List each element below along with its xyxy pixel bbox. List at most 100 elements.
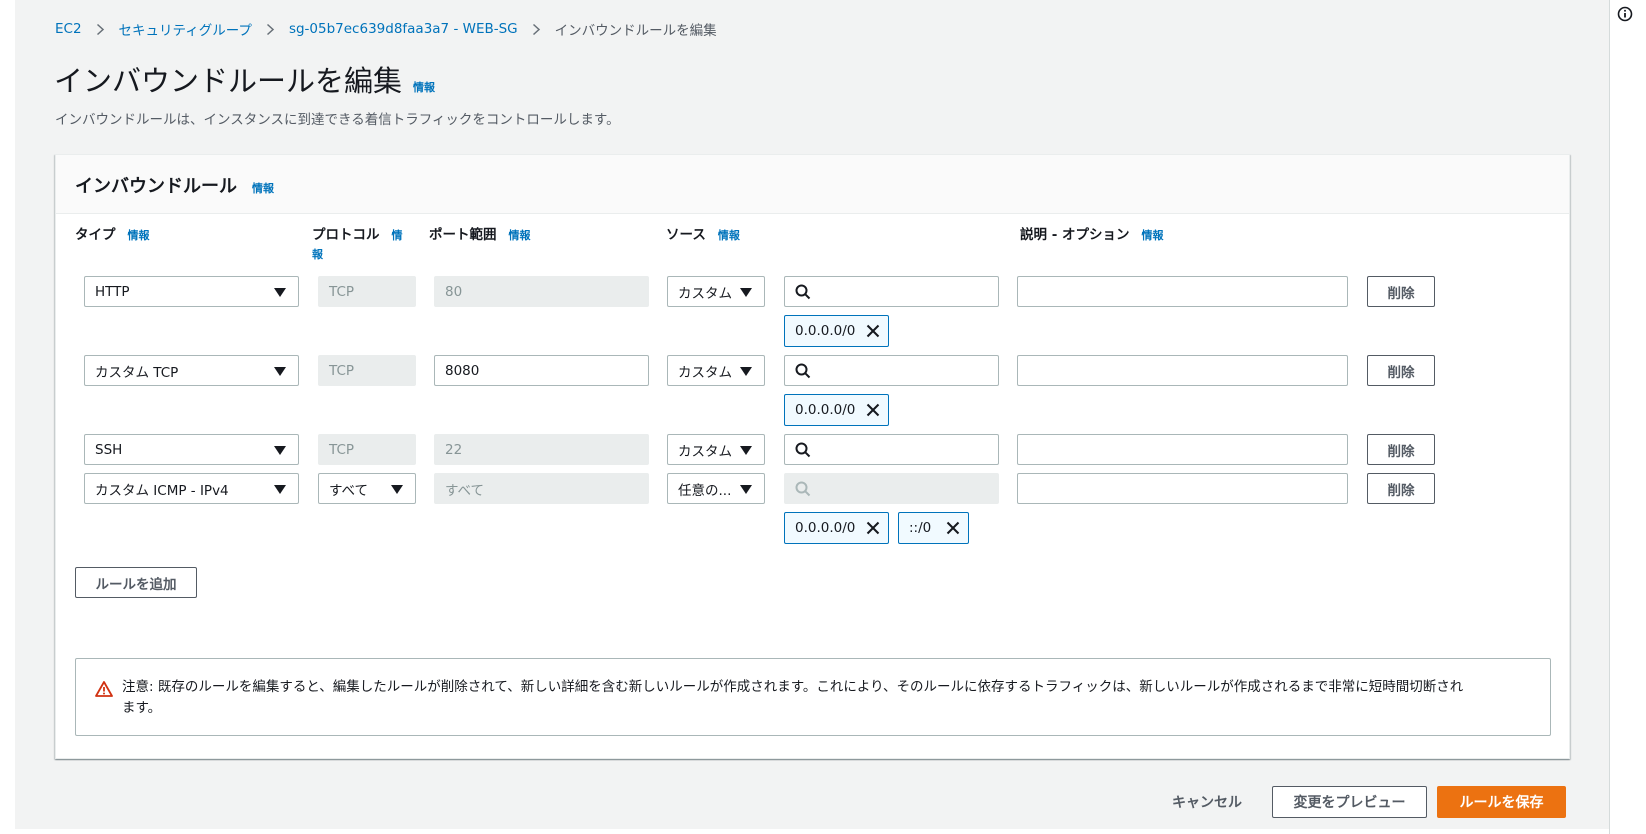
rule-4-source-search-input — [784, 473, 999, 504]
rule-4-protocol-select[interactable]: すべて — [318, 473, 416, 504]
protocol-info-link[interactable]: 情 — [392, 229, 403, 242]
rule-1-port-value: 80 — [445, 283, 463, 300]
warning-text-line-1: 注意: 既存のルールを編集すると、編集したルールが削除されて、新しい詳細を含む新… — [122, 679, 1464, 695]
rule-2-type-select[interactable]: カスタム TCP — [84, 355, 299, 386]
rule-2-port-value: 8080 — [445, 362, 480, 379]
caret-down-icon — [391, 485, 403, 494]
left-margin — [0, 0, 15, 834]
rule-2-protocol: TCP — [318, 355, 416, 386]
page-info-link[interactable]: 情報 — [413, 79, 435, 95]
panel-info-link[interactable]: 情報 — [252, 180, 274, 196]
preview-changes-button[interactable]: 変更をプレビュー — [1272, 786, 1427, 818]
caret-down-icon — [740, 446, 752, 455]
close-icon[interactable] — [866, 324, 880, 338]
rule-1-delete-button[interactable]: 削除 — [1367, 276, 1435, 307]
chevron-right-icon — [96, 23, 105, 36]
column-header-protocol: プロトコル情報 — [312, 226, 412, 264]
rule-2-source-type-value: カスタム — [678, 364, 732, 381]
column-label-source: ソース — [666, 227, 706, 243]
description-info-link[interactable]: 情報 — [1142, 229, 1164, 242]
close-icon[interactable] — [946, 521, 960, 535]
column-label-description: 説明 - オプション — [1020, 227, 1130, 243]
rule-1-protocol-value: TCP — [329, 283, 355, 300]
caret-down-icon — [740, 485, 752, 494]
caret-down-icon — [274, 485, 286, 494]
rule-3-source-type-value: カスタム — [678, 443, 732, 460]
search-icon — [795, 481, 811, 497]
add-rule-button[interactable]: ルールを追加 — [75, 567, 197, 598]
rule-4-description-input[interactable] — [1017, 473, 1348, 504]
rule-3-type-value: SSH — [95, 441, 123, 458]
rule-1-token-label: 0.0.0.0/0 — [795, 323, 856, 339]
rule-2-source-token: 0.0.0.0/0 — [784, 394, 889, 426]
cancel-button[interactable]: キャンセル — [1160, 786, 1254, 818]
rule-1-type-value: HTTP — [95, 283, 130, 300]
page-title: インバウンドルールを編集 — [54, 64, 403, 98]
breadcrumb-security-groups[interactable]: セキュリティグループ — [119, 19, 252, 39]
page-header: インバウンドルールを編集 情報 — [54, 58, 435, 100]
rule-1-type-select[interactable]: HTTP — [84, 276, 299, 307]
rule-4-port-range: すべて — [434, 473, 649, 504]
rule-2-source-search-input[interactable] — [784, 355, 999, 386]
rule-1-source-search-input[interactable] — [784, 276, 999, 307]
column-label-type: タイプ — [75, 227, 116, 243]
breadcrumb-ec2[interactable]: EC2 — [55, 21, 82, 37]
rule-1-description-input[interactable] — [1017, 276, 1348, 307]
rule-3-protocol: TCP — [318, 434, 416, 465]
rule-2-delete-button[interactable]: 削除 — [1367, 355, 1435, 386]
info-circle-icon[interactable] — [1617, 6, 1633, 22]
panel-header: インバウンドルール 情報 — [56, 155, 1569, 214]
source-info-link[interactable]: 情報 — [718, 229, 740, 242]
rule-3-port-value: 22 — [445, 441, 463, 458]
breadcrumb-current: インバウンドルールを編集 — [554, 23, 717, 39]
search-icon — [795, 284, 811, 300]
search-icon — [795, 363, 811, 379]
column-label-port-range: ポート範囲 — [429, 227, 497, 243]
type-info-link[interactable]: 情報 — [128, 229, 150, 242]
rule-1-source-type-value: カスタム — [678, 285, 732, 302]
column-header-port-range: ポート範囲 情報 — [429, 226, 531, 245]
rule-2-token-label: 0.0.0.0/0 — [795, 402, 856, 418]
rule-4-source-type-select[interactable]: 任意の... — [667, 473, 765, 504]
rule-1-source-token: 0.0.0.0/0 — [784, 315, 889, 347]
panel-title: インバウンドルール — [75, 176, 237, 197]
close-icon[interactable] — [866, 521, 880, 535]
breadcrumb: EC2 セキュリティグループ sg-05b7ec639d8faa3a7 - WE… — [55, 19, 717, 39]
rule-4-protocol-value: すべて — [329, 482, 369, 499]
rule-3-description-input[interactable] — [1017, 434, 1348, 465]
warning-triangle-icon — [95, 681, 113, 697]
rule-4-token-ipv4-label: 0.0.0.0/0 — [795, 520, 856, 536]
port-range-info-link[interactable]: 情報 — [509, 229, 531, 242]
rule-2-port-range-input[interactable]: 8080 — [434, 355, 649, 386]
rule-2-description-input[interactable] — [1017, 355, 1348, 386]
rule-4-source-type-value: 任意の... — [678, 482, 732, 499]
rule-3-type-select[interactable]: SSH — [84, 434, 299, 465]
rule-3-delete-button[interactable]: 削除 — [1367, 434, 1435, 465]
page-description: インバウンドルールは、インスタンスに到達できる着信トラフィックをコントロールしま… — [55, 112, 620, 128]
search-icon — [795, 442, 811, 458]
rule-2-type-value: カスタム TCP — [95, 364, 179, 381]
rule-4-type-select[interactable]: カスタム ICMP - IPv4 — [84, 473, 299, 504]
close-icon[interactable] — [866, 403, 880, 417]
rule-1-protocol: TCP — [318, 276, 416, 307]
save-rules-button[interactable]: ルールを保存 — [1437, 786, 1566, 818]
rule-1-port-range: 80 — [434, 276, 649, 307]
bottom-margin — [15, 829, 1609, 834]
help-panel-rail — [1609, 0, 1646, 834]
rule-3-source-search-input[interactable] — [784, 434, 999, 465]
rule-1-source-type-select[interactable]: カスタム — [667, 276, 765, 307]
rule-2-protocol-value: TCP — [329, 362, 355, 379]
protocol-info-link-wrap[interactable]: 報 — [312, 248, 323, 261]
column-header-source: ソース 情報 — [666, 226, 740, 245]
rule-2-source-type-select[interactable]: カスタム — [667, 355, 765, 386]
rule-4-token-ipv6-label: ::/0 — [909, 520, 932, 536]
warning-text-line-2: ます。 — [122, 700, 162, 716]
rule-4-source-token-ipv6: ::/0 — [898, 512, 969, 544]
column-header-type: タイプ 情報 — [75, 226, 150, 245]
rule-4-port-value: すべて — [445, 482, 485, 499]
rule-3-source-type-select[interactable]: カスタム — [667, 434, 765, 465]
breadcrumb-security-group-id[interactable]: sg-05b7ec639d8faa3a7 - WEB-SG — [289, 21, 518, 37]
rule-4-source-token-ipv4: 0.0.0.0/0 — [784, 512, 889, 544]
rule-4-delete-button[interactable]: 削除 — [1367, 473, 1435, 504]
rule-3-port-range: 22 — [434, 434, 649, 465]
